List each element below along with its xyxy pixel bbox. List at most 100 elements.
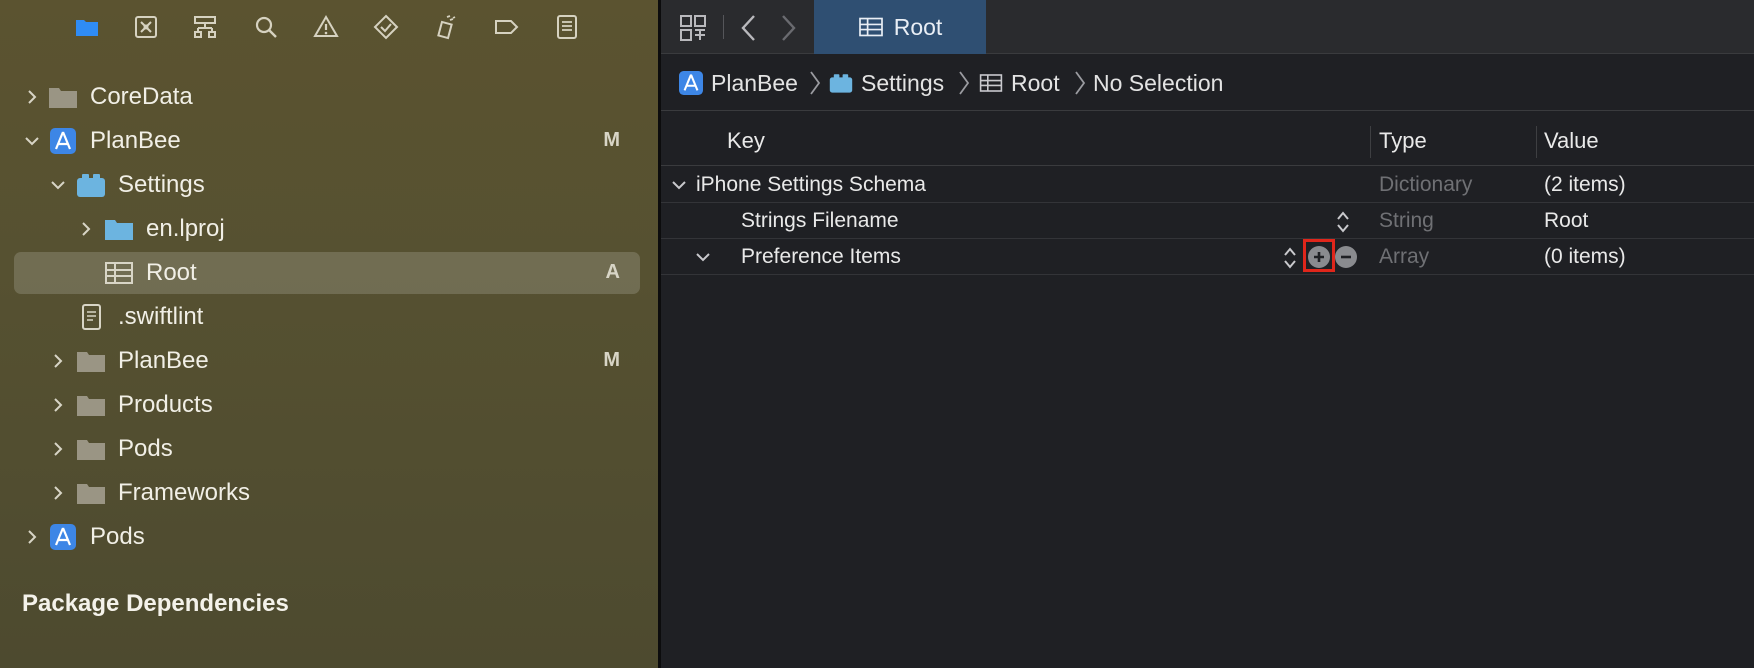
column-separator[interactable] — [1536, 126, 1537, 158]
chevron-down-icon[interactable] — [671, 177, 687, 193]
debug-icon[interactable] — [431, 12, 461, 42]
tree-row[interactable]: .swiftlint — [14, 296, 640, 338]
chevron-down-icon[interactable] — [48, 175, 68, 195]
bundle-icon — [76, 172, 106, 198]
chevron-right-icon[interactable] — [48, 351, 68, 371]
back-arrow-icon[interactable] — [737, 14, 761, 42]
plist-column-header: Key Type Value — [661, 118, 1754, 166]
tree-row[interactable]: Pods — [14, 516, 640, 558]
xcode-project-icon — [48, 128, 78, 154]
plist-editor: Root PlanBee Settings Root No Selection … — [661, 0, 1754, 668]
tree-item-label: PlanBee — [118, 347, 209, 374]
status-badge: A — [605, 261, 620, 283]
tree-row[interactable]: en.lproj — [14, 208, 640, 250]
plist-type: String — [1379, 209, 1434, 232]
tree-row[interactable]: CoreData — [14, 76, 640, 118]
warning-icon[interactable] — [311, 12, 341, 42]
breakpoint-icon[interactable] — [491, 12, 521, 42]
plist-icon — [104, 260, 134, 286]
chevron-right-icon[interactable] — [76, 219, 96, 239]
breadcrumb-label: Settings — [861, 69, 945, 96]
column-header-type[interactable]: Type — [1379, 128, 1427, 154]
plist-key: Preference Items — [741, 245, 901, 268]
chevron-right-icon[interactable] — [22, 87, 42, 107]
tree-row[interactable]: PlanBee M — [14, 340, 640, 382]
tree-row-selected[interactable]: Root A — [14, 252, 640, 294]
tree-item-label: Pods — [118, 435, 173, 462]
chevron-right-icon[interactable] — [22, 527, 42, 547]
chevron-down-icon[interactable] — [22, 131, 42, 151]
plist-row[interactable]: Strings Filename String Root — [661, 203, 1754, 239]
column-separator[interactable] — [1370, 126, 1371, 158]
plist-value: (2 items) — [1544, 173, 1626, 196]
column-header-key[interactable]: Key — [727, 128, 765, 154]
remove-item-button[interactable] — [1335, 246, 1357, 268]
folder-icon[interactable] — [72, 12, 102, 42]
tree-row[interactable]: Frameworks — [14, 472, 640, 514]
plist-key: iPhone Settings Schema — [696, 173, 926, 196]
status-badge: M — [603, 129, 620, 151]
breadcrumb-item[interactable]: PlanBee — [679, 69, 798, 97]
report-icon[interactable] — [552, 12, 582, 42]
tree-row[interactable]: Pods — [14, 428, 640, 470]
related-items-icon[interactable] — [679, 14, 707, 42]
tree-item-label: PlanBee — [90, 127, 181, 154]
hierarchy-icon[interactable] — [190, 12, 220, 42]
chevron-right-icon[interactable] — [48, 483, 68, 503]
plist-icon — [979, 74, 1003, 92]
folder-blue-icon — [104, 216, 134, 242]
breadcrumb-chevron-icon — [810, 71, 821, 95]
breadcrumb-item[interactable]: No Selection — [1093, 69, 1223, 97]
plist-row[interactable]: Preference Items Array (0 items) — [661, 239, 1754, 275]
key-stepper-icon[interactable] — [1335, 210, 1351, 234]
tree-row[interactable]: Settings — [14, 164, 640, 206]
plist-row[interactable]: iPhone Settings Schema Dictionary (2 ite… — [661, 167, 1754, 203]
search-icon[interactable] — [251, 12, 281, 42]
status-badge: M — [603, 349, 620, 371]
tree-item-label: Frameworks — [118, 479, 251, 506]
plist-value: (0 items) — [1544, 245, 1626, 268]
tab-root[interactable]: Root — [814, 0, 986, 54]
navigator-toolbar — [0, 0, 658, 56]
xcode-project-icon — [679, 71, 703, 95]
breadcrumb: PlanBee Settings Root No Selection — [661, 55, 1754, 111]
plist-key: Strings Filename — [741, 209, 899, 232]
folder-icon — [76, 348, 106, 374]
section-title-package-dependencies[interactable]: Package Dependencies — [22, 590, 289, 618]
breadcrumb-item[interactable]: Root — [979, 69, 1060, 97]
tree-row[interactable]: PlanBee M — [14, 120, 640, 162]
breadcrumb-label: PlanBee — [711, 69, 798, 96]
plist-value[interactable]: Root — [1544, 209, 1588, 233]
tree-item-label: Settings — [118, 171, 205, 198]
folder-icon — [48, 84, 78, 110]
tree-item-label: Products — [118, 391, 213, 418]
chevron-down-icon[interactable] — [695, 249, 711, 265]
bundle-icon — [829, 74, 853, 93]
chevron-right-icon[interactable] — [48, 439, 68, 459]
tree-item-label: Pods — [90, 523, 145, 550]
breadcrumb-chevron-icon — [959, 71, 970, 95]
tree-item-label: CoreData — [90, 83, 193, 110]
forward-arrow-icon[interactable] — [776, 14, 800, 42]
xcode-project-icon — [48, 524, 78, 550]
test-icon[interactable] — [371, 12, 401, 42]
navigator-sidebar: CoreData PlanBee M Settings en.lproj Roo… — [0, 0, 658, 668]
breadcrumb-chevron-icon — [1075, 71, 1086, 95]
column-header-value[interactable]: Value — [1544, 128, 1599, 154]
tree-item-label: en.lproj — [146, 215, 225, 242]
source-control-icon[interactable] — [131, 12, 161, 42]
tree-row[interactable]: Products — [14, 384, 640, 426]
breadcrumb-item[interactable]: Settings — [829, 69, 944, 97]
editor-tab-bar: Root — [661, 0, 1754, 54]
breadcrumb-label: No Selection — [1093, 69, 1224, 96]
tab-label: Root — [893, 13, 943, 40]
plist-type: Array — [1379, 245, 1430, 268]
chevron-right-icon[interactable] — [48, 395, 68, 415]
tree-item-label: .swiftlint — [118, 303, 204, 330]
plist-icon — [858, 17, 883, 37]
folder-icon — [76, 480, 106, 506]
toolbar-separator — [723, 15, 724, 39]
folder-icon — [76, 392, 106, 418]
tree-item-label: Root — [146, 259, 197, 286]
key-stepper-icon[interactable] — [1282, 246, 1298, 270]
